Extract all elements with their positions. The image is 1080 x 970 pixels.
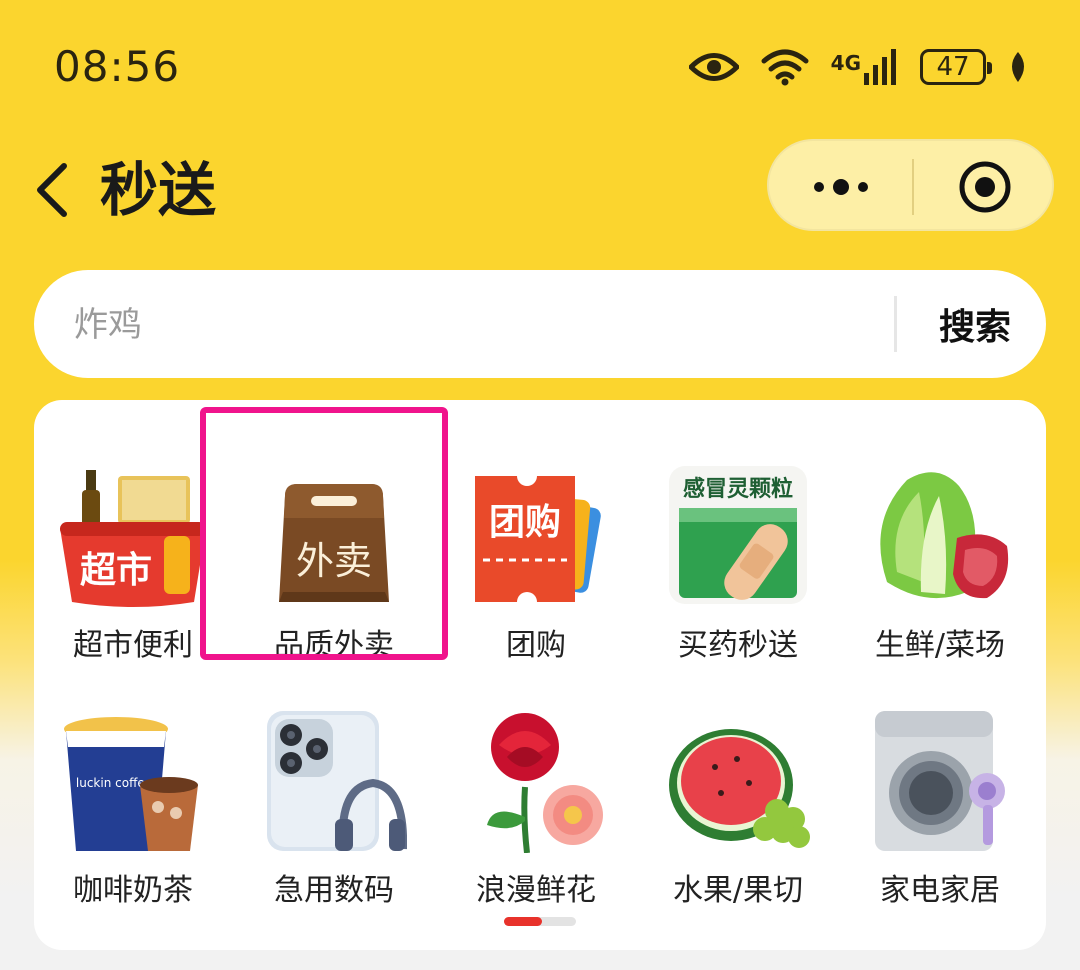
washing-machine-icon: [875, 711, 1005, 851]
search-button[interactable]: 搜索: [904, 270, 1046, 378]
more-button[interactable]: [769, 141, 912, 233]
search-bar: 搜索: [34, 270, 1046, 380]
medicine-image-text: 感冒灵颗粒: [683, 476, 793, 502]
category-label: 生鲜/菜场: [874, 628, 1006, 663]
signal-icon: [864, 49, 896, 85]
status-icons: 4G 47: [688, 44, 1028, 90]
category-label: 急用数码: [274, 873, 394, 908]
search-input[interactable]: [72, 270, 876, 380]
category-label: 买药秒送: [678, 628, 798, 663]
category-coffee-tea[interactable]: luckin coffee 咖啡奶茶: [33, 665, 233, 908]
page-title: 秒送: [100, 156, 217, 224]
vegetable-meat-icon: [880, 472, 1009, 599]
takeout-bag-icon: 外卖: [279, 484, 389, 602]
leaf-icon: [1012, 52, 1024, 82]
category-fresh-food[interactable]: 生鲜/菜场: [840, 420, 1040, 663]
wifi-icon: [761, 49, 809, 86]
category-takeout[interactable]: 外卖 品质外卖: [234, 420, 434, 663]
category-fruit[interactable]: 水果/果切: [638, 665, 838, 908]
category-digital[interactable]: 急用数码: [234, 665, 434, 908]
medicine-box-icon: 感冒灵颗粒: [669, 466, 807, 604]
group-buy-image-text: 团购: [489, 502, 561, 543]
category-label: 浪漫鲜花: [476, 873, 596, 908]
back-button[interactable]: [34, 150, 94, 230]
coffee-cup-icon: luckin coffee: [64, 717, 198, 851]
category-label: 家电家居: [880, 873, 1000, 908]
category-flowers[interactable]: 浪漫鲜花: [436, 665, 636, 908]
category-home-appliance[interactable]: 家电家居: [840, 665, 1040, 908]
battery-level: 47: [936, 52, 970, 82]
chevron-left-icon: [37, 163, 67, 217]
eye-icon: [688, 53, 739, 81]
target-close-icon: [959, 161, 1011, 213]
more-dots-icon: [813, 179, 868, 195]
category-label: 品质外卖: [274, 628, 394, 663]
status-time: 08:56: [54, 42, 181, 91]
search-divider: [894, 296, 897, 352]
watermelon-icon: [669, 729, 810, 848]
status-bar: 08:56 4G 47: [0, 0, 1080, 120]
takeout-image-text: 外卖: [296, 539, 372, 583]
phone-headphones-icon: [267, 711, 407, 851]
close-mini-program-button[interactable]: [914, 141, 1056, 233]
category-label: 超市便利: [73, 628, 193, 663]
category-label: 水果/果切: [672, 873, 804, 908]
battery-icon: 47: [920, 49, 992, 85]
category-group-buy[interactable]: 团购 团购: [436, 420, 636, 663]
category-medicine[interactable]: 感冒灵颗粒 买药秒送: [638, 420, 838, 663]
category-supermarket[interactable]: 超市 超市便利: [33, 420, 233, 663]
flower-icon: [487, 713, 603, 853]
supermarket-icon: 超市: [60, 470, 206, 607]
page-indicator: [504, 917, 576, 926]
mini-program-capsule: [767, 139, 1054, 231]
page-indicator-active: [504, 917, 542, 926]
category-label: 团购: [506, 628, 566, 663]
supermarket-image-text: 超市: [80, 550, 152, 591]
group-buy-ticket-icon: 团购: [475, 476, 601, 602]
category-label: 咖啡奶茶: [73, 873, 193, 908]
network-type: 4G: [830, 51, 861, 75]
